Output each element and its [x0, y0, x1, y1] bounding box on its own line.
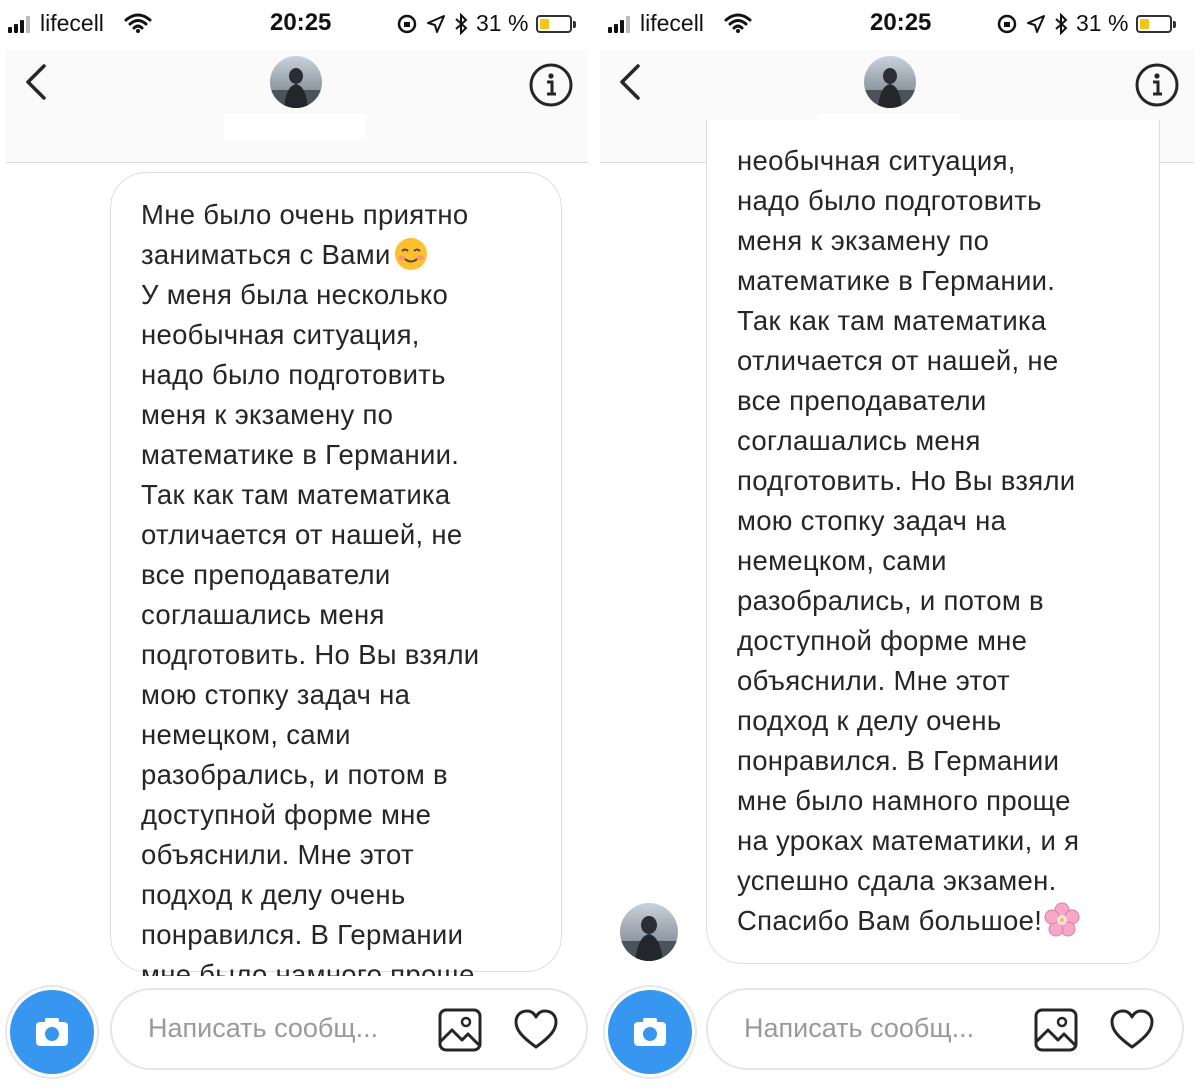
message-line-with-emoji: Спасибо Вам большое! [737, 901, 1080, 941]
battery-percent: 31 % [476, 10, 529, 36]
info-icon[interactable] [528, 62, 574, 108]
message-text: Мне было очень приятно заниматься с Вами… [141, 195, 479, 995]
bluetooth-icon [455, 12, 468, 35]
message-line: математике в Германии. [737, 265, 1056, 296]
cherry-blossom-emoji [1044, 902, 1080, 937]
message-line: понравился. В Германии [141, 919, 464, 950]
message-line: на уроках математики, и я [737, 825, 1080, 856]
message-line: разобрались, и потом в [737, 585, 1044, 616]
message-line: заниматься с Вами [141, 239, 391, 270]
orientation-lock-icon [997, 14, 1017, 33]
message-line: мою стопку задач на [737, 505, 1007, 536]
message-bubble: необычная ситуация, надо было подготовит… [706, 120, 1160, 964]
heart-icon[interactable] [512, 1006, 560, 1054]
wifi-icon [124, 13, 152, 33]
message-line: доступной форме мне [737, 625, 1028, 656]
message-line: подготовить. Но Вы взяли [737, 465, 1076, 496]
message-line: мою стопку задач на [141, 679, 411, 710]
message-line: Так как там математика [141, 479, 451, 510]
clock: 20:25 [270, 9, 332, 36]
message-input-box [110, 988, 588, 1070]
message-bubble: Мне было очень приятно заниматься с Вами… [110, 172, 562, 990]
info-icon[interactable] [1134, 62, 1180, 108]
carrier-label: lifecell [640, 10, 704, 36]
message-line: подход к делу очень [737, 705, 1002, 736]
camera-button[interactable] [10, 990, 94, 1074]
camera-icon [634, 1018, 666, 1046]
gallery-icon[interactable] [436, 1006, 484, 1054]
message-input[interactable] [146, 1012, 420, 1045]
battery-percent: 31 % [1076, 10, 1129, 36]
message-line: У меня была несколько [141, 279, 449, 310]
message-input[interactable] [742, 1012, 1016, 1045]
bluetooth-icon [1055, 12, 1068, 35]
location-arrow-icon [427, 14, 445, 33]
message-line: соглашались меня [141, 599, 385, 630]
message-line: необычная ситуация, [141, 319, 420, 350]
message-line: все преподаватели [141, 559, 391, 590]
gallery-icon[interactable] [1032, 1006, 1080, 1054]
clock: 20:25 [870, 9, 932, 36]
message-line: Так как там математика [737, 305, 1047, 336]
signal-icon [8, 13, 30, 33]
message-line: отличается от нашей, не [141, 519, 463, 550]
message-input-box [706, 988, 1184, 1070]
message-line: необычная ситуация, [737, 145, 1016, 176]
orientation-lock-icon [397, 14, 417, 33]
contact-avatar[interactable] [864, 56, 916, 108]
message-line: математике в Германии. [141, 439, 460, 470]
message-line: подготовить. Но Вы взяли [141, 639, 480, 670]
message-line: все преподаватели [737, 385, 987, 416]
camera-button[interactable] [608, 990, 692, 1074]
message-composer [0, 976, 594, 1092]
camera-icon [36, 1018, 68, 1046]
chat-screen-right: lifecell 20:25 31 % необычная ситуация, … [600, 0, 1200, 1092]
message-line: подход к делу очень [141, 879, 406, 910]
status-bar: lifecell 20:25 31 % [0, 0, 594, 50]
message-line: отличается от нашей, не [737, 345, 1059, 376]
message-line: надо было подготовить [737, 185, 1042, 216]
message-line: меня к экзамену по [737, 225, 990, 256]
message-composer [600, 976, 1200, 1092]
message-line: Спасибо Вам большое! [737, 905, 1043, 936]
message-line: Мне было очень приятно [141, 199, 469, 230]
message-line: объяснили. Мне этот [737, 665, 1010, 696]
message-line: мне было намного проще [737, 785, 1071, 816]
contact-avatar[interactable] [270, 56, 322, 108]
message-text: необычная ситуация, надо было подготовит… [737, 141, 1080, 941]
carrier-label: lifecell [40, 10, 104, 36]
heart-icon[interactable] [1108, 1006, 1156, 1054]
battery-icon [1136, 14, 1177, 33]
message-line: разобрались, и потом в [141, 759, 448, 790]
message-line: доступной форме мне [141, 799, 432, 830]
back-arrow-icon[interactable] [614, 62, 644, 102]
wifi-icon [724, 13, 752, 33]
message-line-with-emoji: заниматься с Вами [141, 235, 479, 275]
message-line: успешно сдала экзамен. [737, 865, 1057, 896]
sender-avatar[interactable] [620, 903, 678, 961]
signal-icon [608, 13, 630, 33]
status-bar: lifecell 20:25 31 % [600, 0, 1200, 50]
chat-header [6, 50, 588, 163]
message-line: объяснили. Мне этот [141, 839, 414, 870]
message-line: меня к экзамену по [141, 399, 394, 430]
message-line: соглашались меня [737, 425, 981, 456]
message-line: немецком, сами [141, 719, 351, 750]
chat-screen-left: lifecell 20:25 31 % Мне было очень прият… [0, 0, 594, 1092]
contact-name-redacted [224, 114, 366, 140]
message-line: понравился. В Германии [737, 745, 1060, 776]
back-arrow-icon[interactable] [20, 62, 50, 102]
message-line: надо было подготовить [141, 359, 446, 390]
smiling-face-emoji [394, 238, 427, 270]
battery-icon [536, 14, 577, 33]
location-arrow-icon [1027, 14, 1045, 33]
message-line: немецком, сами [737, 545, 947, 576]
